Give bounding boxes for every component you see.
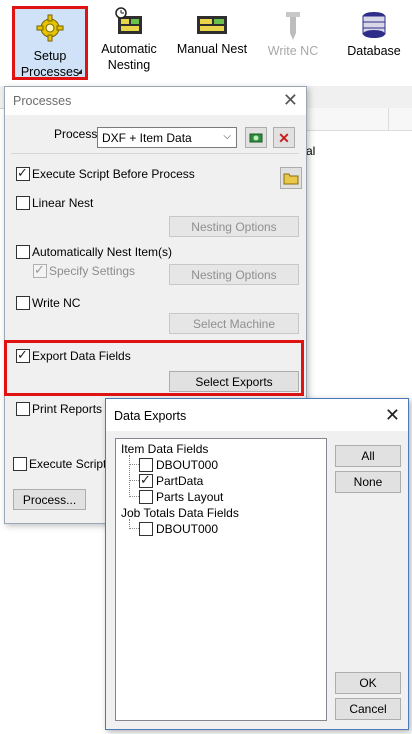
auto-nest-icon <box>112 6 146 38</box>
automatic-nesting-label-1: Automatic <box>101 42 157 56</box>
processes-title: Processes <box>13 94 72 108</box>
setup-processes-label-1: Setup <box>33 49 67 63</box>
data-exports-title: Data Exports <box>114 409 187 423</box>
linear-nesting-options-button[interactable]: Nesting Options <box>169 216 299 237</box>
print-reports-label: Print Reports <box>32 402 103 416</box>
chevron-down-icon: ⌵ <box>223 131 231 142</box>
none-button[interactable]: None <box>335 471 401 493</box>
export-highlight-box <box>4 340 304 396</box>
exports-tree: Item Data Fields DBOUT000 PartData Parts… <box>115 438 327 721</box>
tree-item-parts-layout[interactable]: Parts Layout <box>156 490 223 504</box>
tree-connector <box>129 528 139 529</box>
tree-connector <box>129 464 139 465</box>
tree-item-checkbox[interactable] <box>139 472 153 488</box>
dropdown-arrow-icon <box>77 69 82 74</box>
delete-x-icon: ✕ <box>278 130 290 146</box>
tree-item-partdata[interactable]: PartData <box>156 474 203 488</box>
tree-connector <box>129 455 130 495</box>
linear-nest-checkbox[interactable] <box>16 196 30 210</box>
processes-title-bar: Processes ✕ <box>5 87 306 115</box>
browse-script-button[interactable] <box>280 167 302 189</box>
add-process-button[interactable] <box>245 127 267 148</box>
print-reports-checkbox[interactable] <box>16 402 30 416</box>
tree-connector <box>129 496 139 497</box>
auto-nest-label: Automatically Nest Item(s) <box>32 245 173 259</box>
database-label: Database <box>347 44 401 58</box>
specify-settings-checkbox[interactable] <box>33 262 47 278</box>
data-exports-dialog: Data Exports ✕ Item Data Fields DBOUT000… <box>105 398 409 730</box>
auto-nesting-options-button[interactable]: Nesting Options <box>169 264 299 285</box>
setup-processes-label-2: Processes <box>20 65 80 79</box>
tree-group-job-totals[interactable]: Job Totals Data Fields <box>121 506 239 520</box>
automatic-nesting-label-2: Nesting <box>107 58 151 72</box>
delete-process-button[interactable]: ✕ <box>273 127 295 148</box>
write-nc-label: Write NC <box>32 296 81 310</box>
process-label: Process <box>54 127 98 141</box>
tree-connector <box>129 480 139 481</box>
execute-before-checkbox[interactable] <box>16 165 30 181</box>
tree-item-dbout000[interactable]: DBOUT000 <box>156 458 218 472</box>
close-icon[interactable]: ✕ <box>283 90 298 111</box>
tree-group-item-data[interactable]: Item Data Fields <box>121 442 208 456</box>
main-toolbar: Setup Processes Automatic Nesting Manual… <box>0 0 412 87</box>
all-button[interactable]: All <box>335 445 401 467</box>
tree-item-checkbox[interactable] <box>139 490 153 504</box>
auto-nest-checkbox[interactable] <box>16 245 30 259</box>
process-button[interactable]: Process... <box>13 489 86 510</box>
write-nc-checkbox[interactable] <box>16 296 30 310</box>
tree-connector <box>129 519 130 527</box>
folder-icon <box>283 173 299 185</box>
select-machine-button[interactable]: Select Machine <box>169 313 299 334</box>
execute-after-label: Execute Script A <box>29 457 118 471</box>
ok-button[interactable]: OK <box>335 672 401 694</box>
cancel-button[interactable]: Cancel <box>335 698 401 720</box>
process-select[interactable]: DXF + Item Data ⌵ <box>97 127 237 148</box>
divider <box>11 153 299 154</box>
background-partial-text: al <box>306 144 316 158</box>
manual-nest-icon <box>195 14 229 38</box>
new-process-icon <box>249 133 263 143</box>
background-list-header <box>306 108 412 131</box>
database-button[interactable]: Database <box>340 6 408 80</box>
process-select-value: DXF + Item Data <box>102 131 192 145</box>
linear-nest-label: Linear Nest <box>32 196 94 210</box>
tree-item-checkbox[interactable] <box>139 458 153 472</box>
automatic-nesting-button[interactable]: Automatic Nesting <box>94 6 164 80</box>
close-icon[interactable]: ✕ <box>385 405 400 426</box>
write-nc-button[interactable]: Write NC <box>262 6 324 80</box>
tree-item-job-dbout000[interactable]: DBOUT000 <box>156 522 218 536</box>
specify-settings-label: Specify Settings <box>49 264 136 278</box>
setup-processes-button[interactable]: Setup Processes <box>12 6 88 80</box>
database-icon <box>357 10 391 40</box>
manual-nest-button[interactable]: Manual Nest <box>174 6 250 80</box>
write-nc-label: Write NC <box>267 44 319 58</box>
manual-nest-label: Manual Nest <box>176 42 248 56</box>
gear-icon <box>33 13 67 45</box>
tree-item-checkbox[interactable] <box>139 522 153 536</box>
data-exports-title-bar: Data Exports ✕ <box>106 399 408 431</box>
execute-before-label: Execute Script Before Process <box>32 167 195 181</box>
write-nc-icon <box>276 10 310 42</box>
execute-after-checkbox[interactable] <box>13 457 27 471</box>
